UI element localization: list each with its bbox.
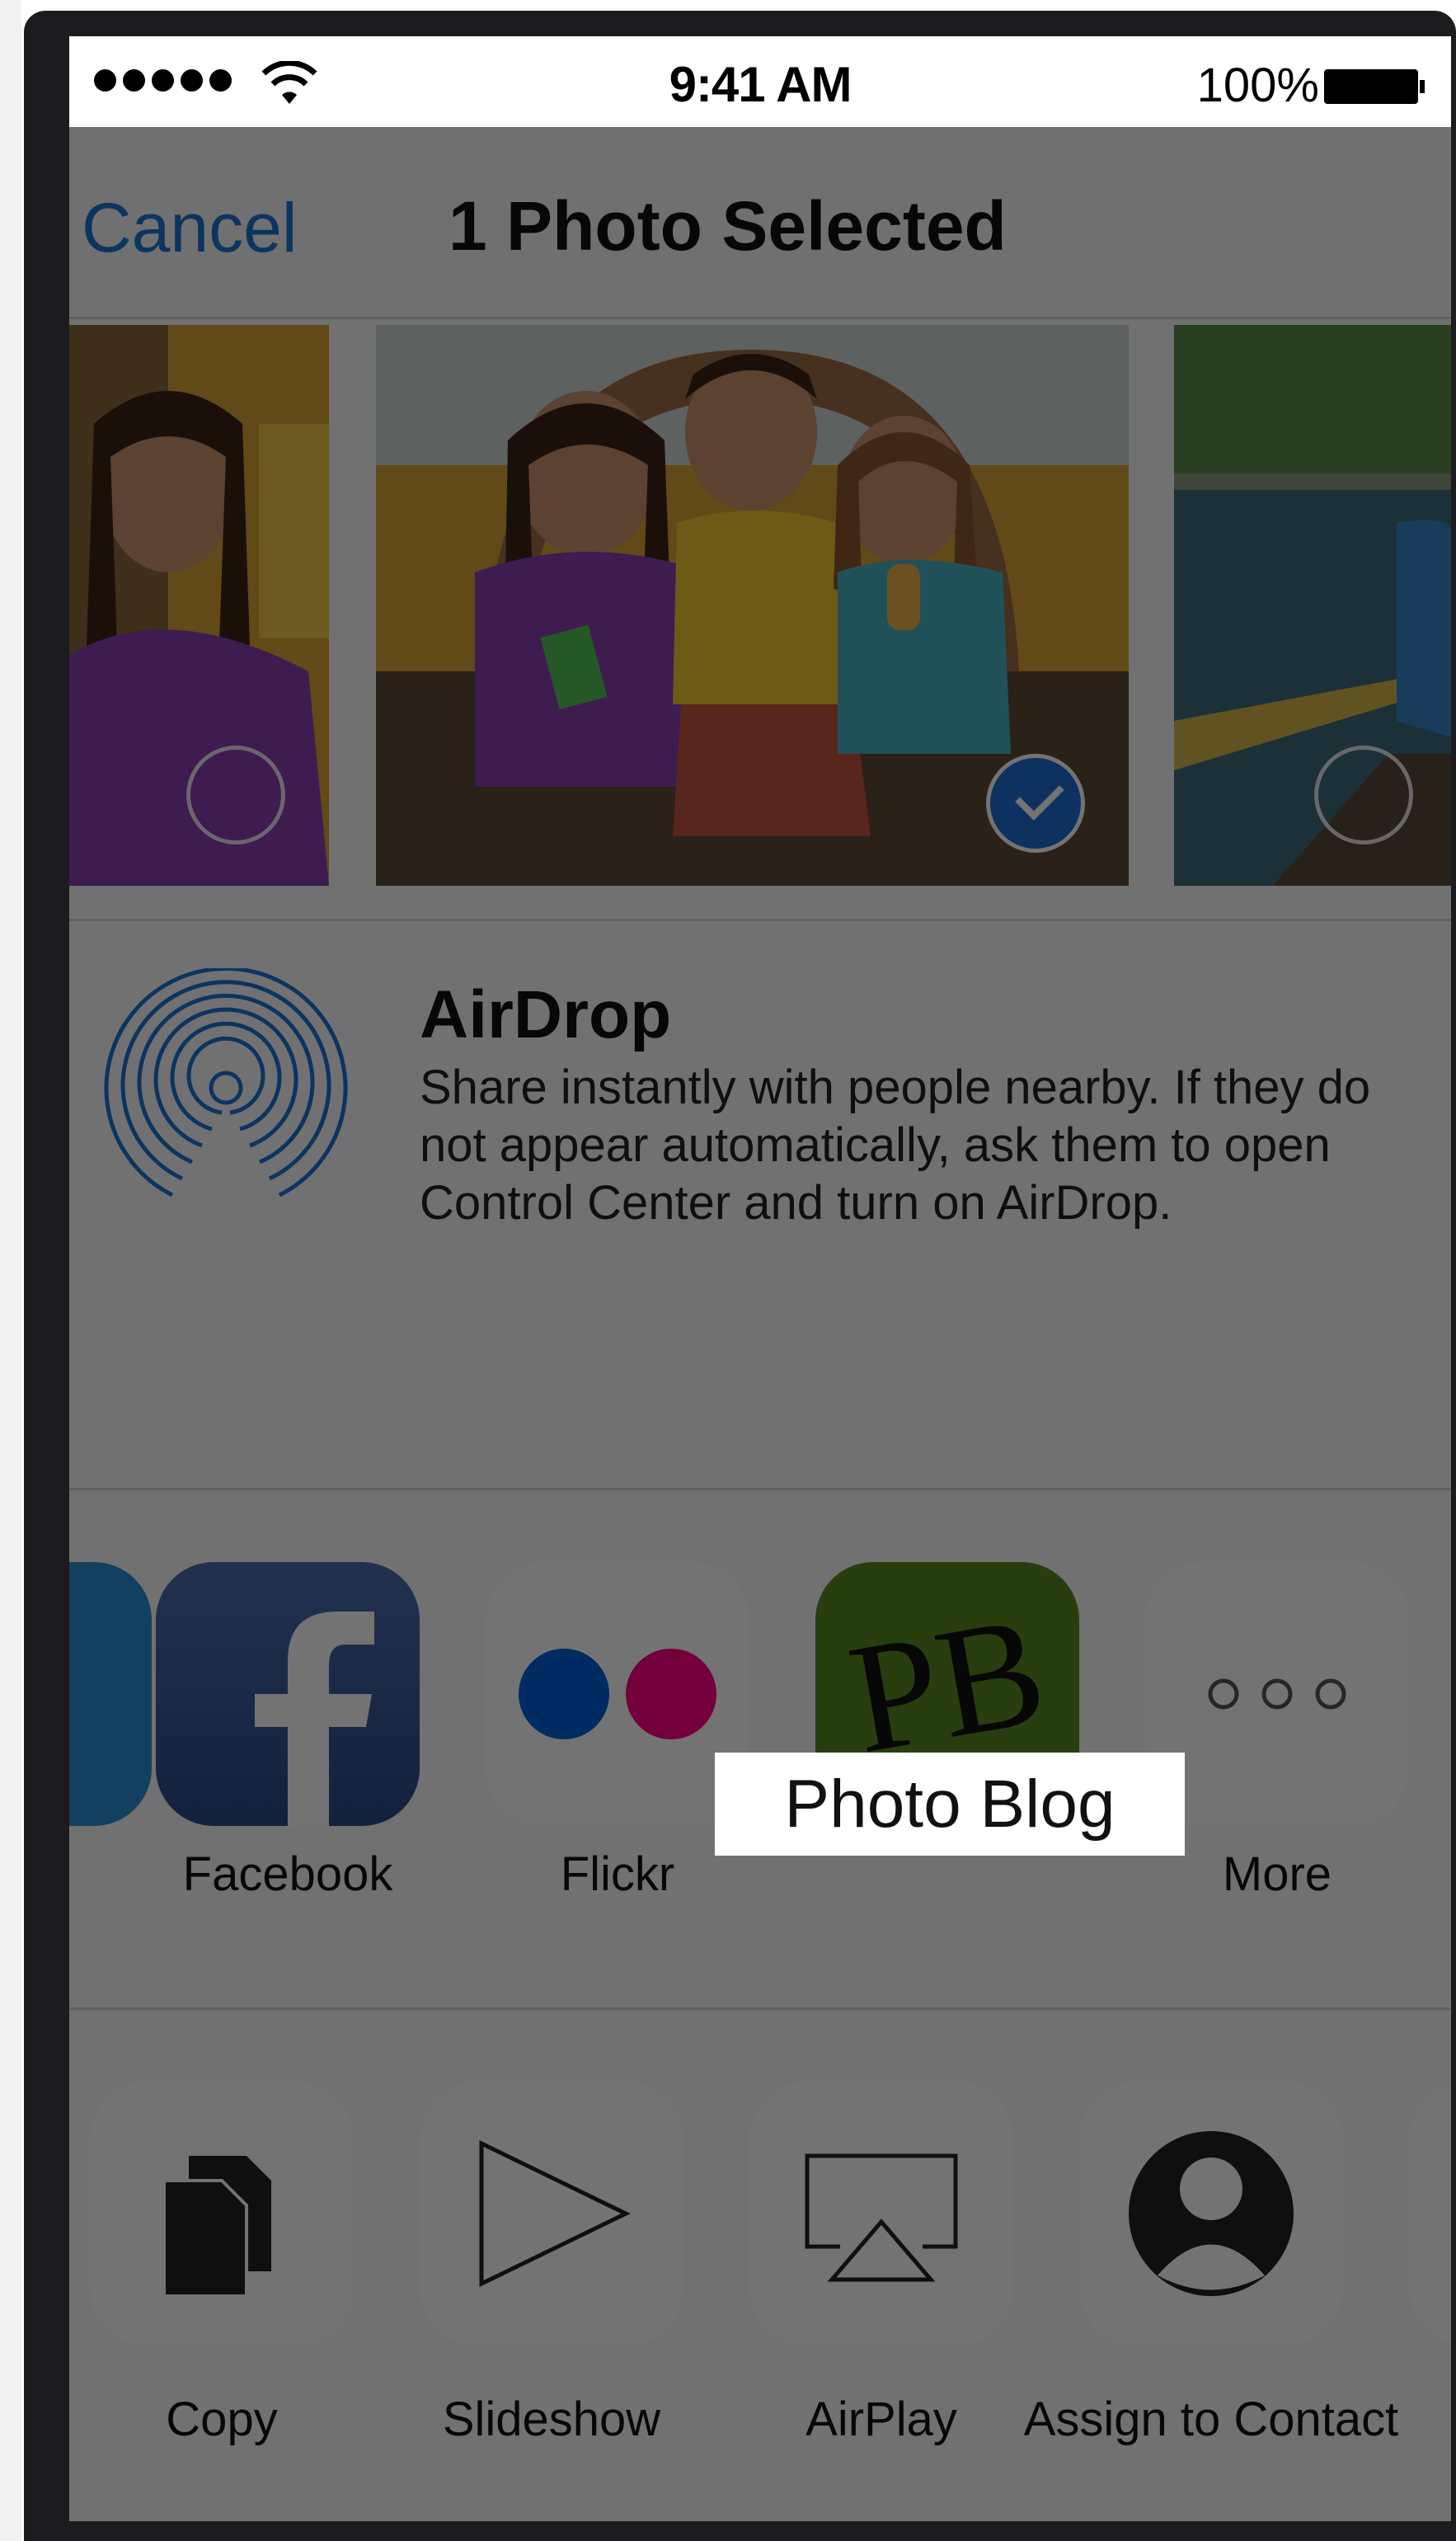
phone-frame: 9:41 AM 100% Cancel 1 Photo Selected Air… [24, 11, 1456, 2541]
photo-select-circle[interactable] [186, 746, 285, 845]
photo-thumbnail[interactable] [1174, 325, 1451, 886]
divider [69, 919, 1451, 921]
action-assign-contact[interactable]: Assign to Contact [1024, 2082, 1398, 2446]
airplay-icon [749, 2082, 1013, 2346]
app-facebook[interactable]: Facebook [156, 1562, 420, 1901]
contact-icon [1079, 2082, 1343, 2346]
divider [69, 1488, 1451, 1490]
photo-blog-label-highlight: Photo Blog [715, 1753, 1185, 1856]
side-shade [0, 0, 21, 2541]
app-more[interactable]: More [1145, 1562, 1409, 1901]
page-title: 1 Photo Selected [449, 187, 1007, 265]
app-flickr[interactable]: Flickr [486, 1562, 749, 1901]
partial-app-icon [69, 1562, 152, 1826]
battery-icon [1324, 69, 1425, 104]
divider [69, 2007, 1451, 2010]
photo-thumbnail-selected[interactable] [376, 325, 1129, 886]
copy-icon [90, 2082, 354, 2346]
share-sheet: Cancel 1 Photo Selected AirDrop Share in… [69, 127, 1451, 2521]
cancel-button[interactable]: Cancel [82, 188, 297, 268]
actions-row: Copy Slideshow AirPlay Assign to Contact [69, 2082, 1451, 2521]
status-bar: 9:41 AM 100% [69, 36, 1451, 127]
screen: 9:41 AM 100% Cancel 1 Photo Selected Air… [69, 36, 1451, 2521]
photo-selected-check[interactable] [986, 754, 1085, 853]
airdrop-section[interactable]: AirDrop Share instantly with people near… [69, 968, 1451, 1438]
airdrop-title: AirDrop [420, 977, 672, 1052]
nav-bar: Cancel 1 Photo Selected [69, 127, 1451, 319]
action-slideshow[interactable]: Slideshow [420, 2082, 683, 2446]
play-icon [420, 2082, 683, 2346]
photo-strip[interactable] [69, 325, 1451, 894]
facebook-icon [156, 1562, 420, 1826]
action-airplay[interactable]: AirPlay [749, 2082, 1013, 2446]
action-label: Assign to Contact [1023, 2393, 1399, 2446]
photo-select-circle[interactable] [1314, 746, 1413, 845]
flickr-icon [486, 1562, 749, 1826]
more-icon [1145, 1562, 1409, 1826]
app-label: Facebook [182, 1847, 393, 1901]
app-partial[interactable] [69, 1562, 152, 1826]
action-partial[interactable] [1409, 2082, 1451, 2346]
battery-percentage: 100% [1196, 59, 1319, 112]
action-copy[interactable]: Copy [90, 2082, 354, 2446]
checkmark-icon [1015, 771, 1064, 821]
airdrop-description: Share instantly with people nearby. If t… [420, 1061, 1371, 1230]
photo-thumbnail[interactable] [69, 325, 329, 886]
airdrop-icon [104, 968, 348, 1198]
partial-action-icon [1409, 2082, 1451, 2346]
